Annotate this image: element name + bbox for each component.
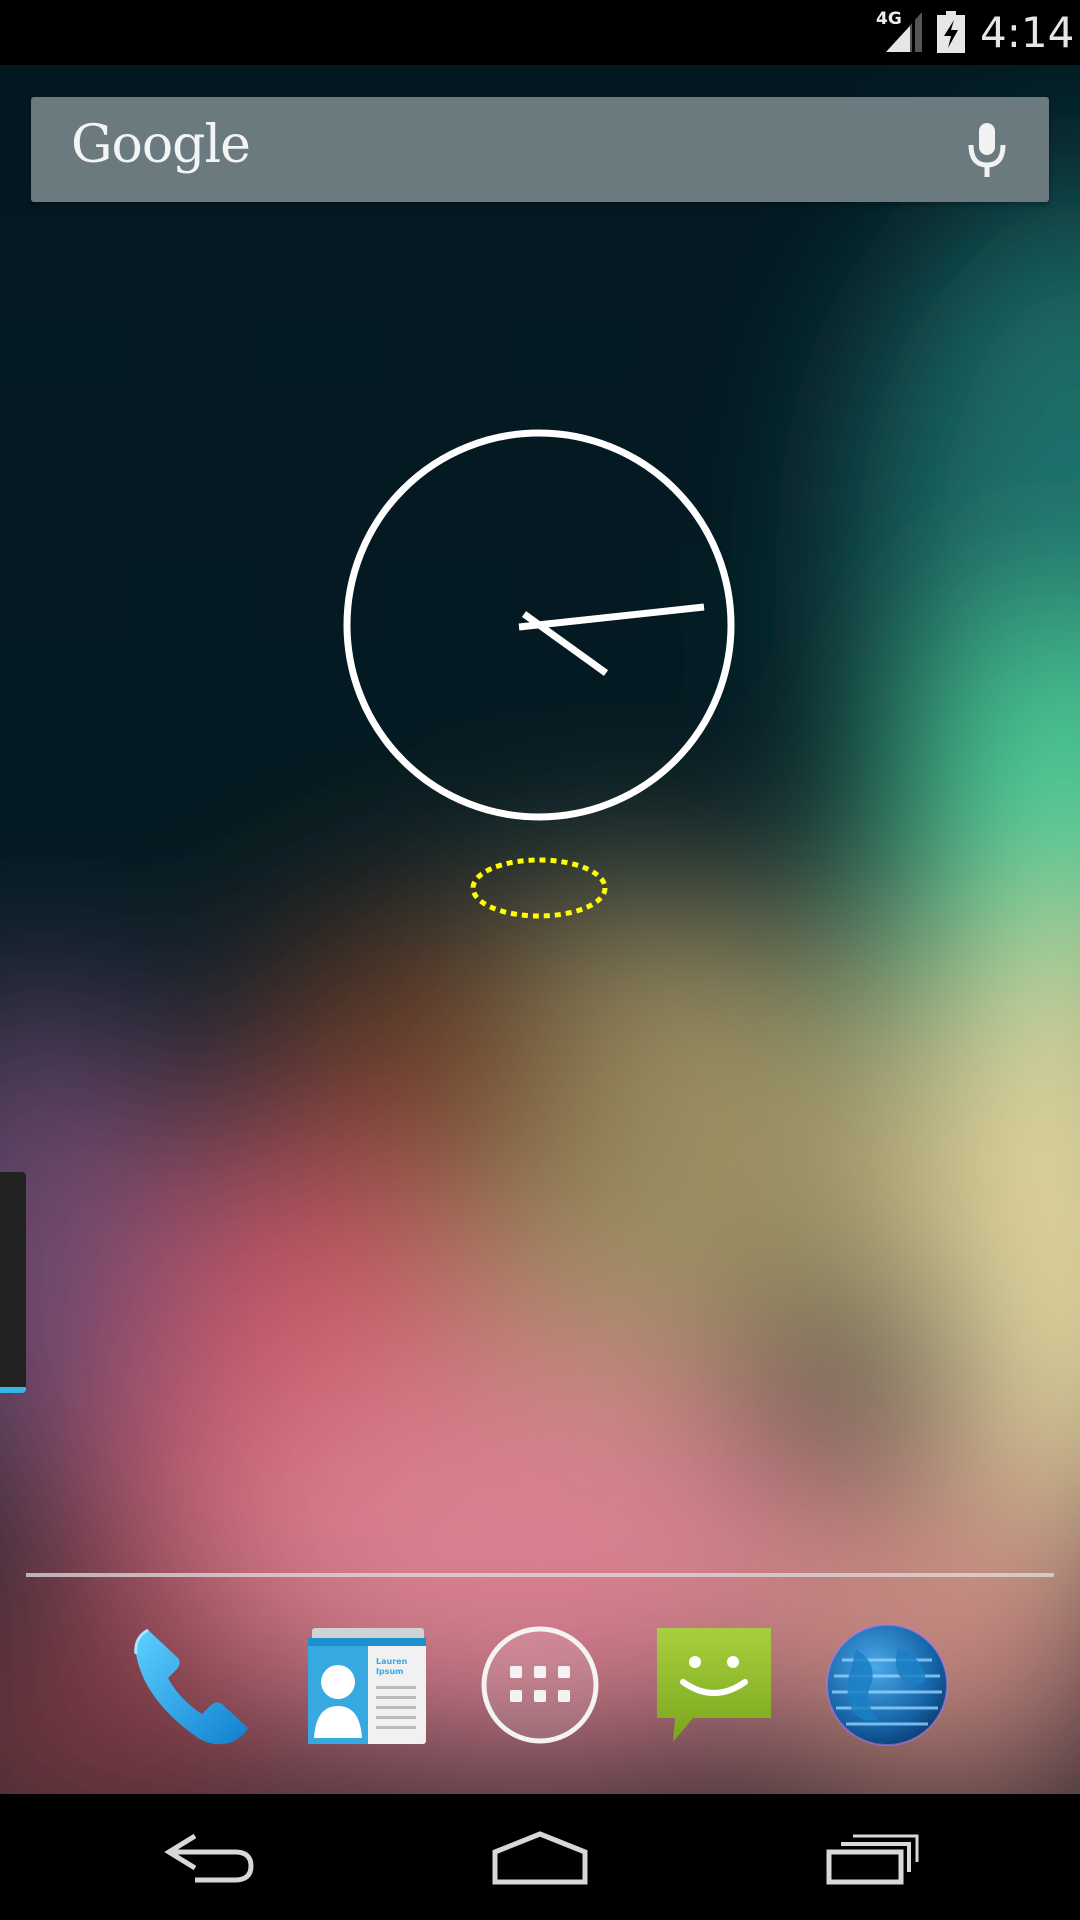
dock-divider — [26, 1573, 1054, 1577]
navigation-bar — [0, 1794, 1080, 1920]
analog-clock-widget[interactable] — [342, 428, 736, 822]
phone-icon[interactable] — [128, 1620, 258, 1750]
back-icon[interactable] — [155, 1822, 265, 1892]
clock-minute-hand — [518, 603, 705, 631]
home-icon[interactable] — [485, 1822, 595, 1892]
google-logo: Google — [71, 115, 251, 175]
messaging-icon[interactable] — [649, 1620, 779, 1750]
mic-icon[interactable] — [957, 119, 1017, 181]
contacts-card-text: Lauren — [376, 1657, 408, 1666]
svg-text:Ipsum: Ipsum — [376, 1667, 404, 1676]
browser-globe-icon[interactable] — [822, 1620, 952, 1750]
status-time: 4:14 — [980, 8, 1075, 57]
contacts-icon[interactable]: Lauren Ipsum — [302, 1620, 432, 1750]
home-screen: 4G 4:14 Google Lauren Ipsum — [0, 0, 1080, 1920]
tap-indicator — [470, 857, 608, 919]
signal-icon — [886, 12, 922, 52]
battery-charging-icon — [937, 11, 965, 53]
recents-icon[interactable] — [817, 1822, 927, 1892]
status-bar: 4G 4:14 — [0, 0, 1080, 65]
all-apps-icon[interactable] — [475, 1620, 605, 1750]
side-panel-handle[interactable] — [0, 1172, 26, 1393]
google-search-bar[interactable]: Google — [31, 97, 1049, 202]
